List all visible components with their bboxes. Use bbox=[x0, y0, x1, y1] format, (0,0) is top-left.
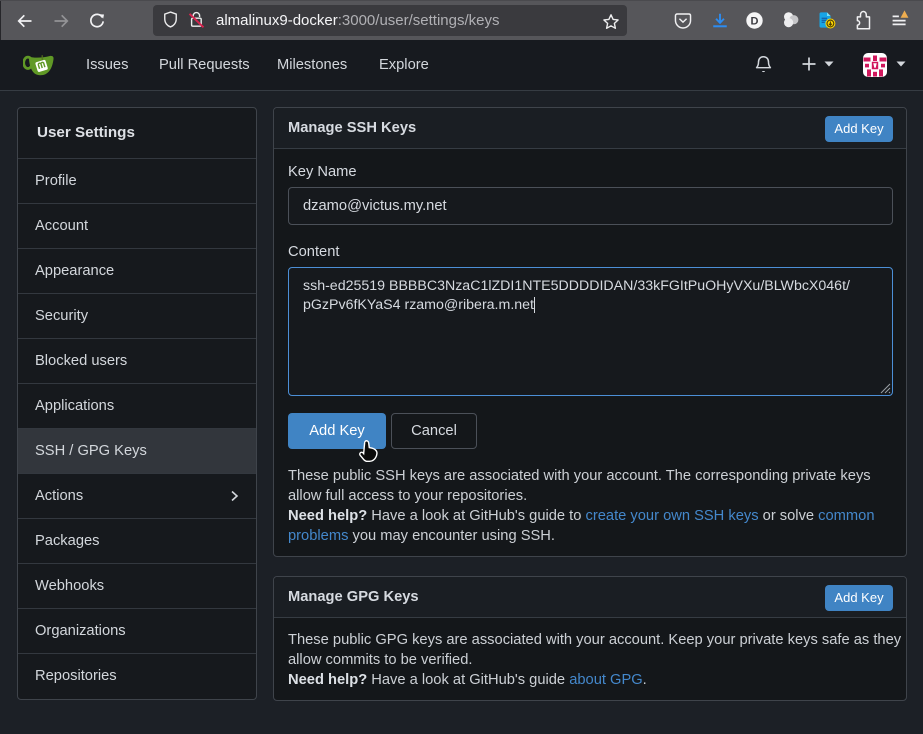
svg-text:D: D bbox=[751, 16, 759, 28]
